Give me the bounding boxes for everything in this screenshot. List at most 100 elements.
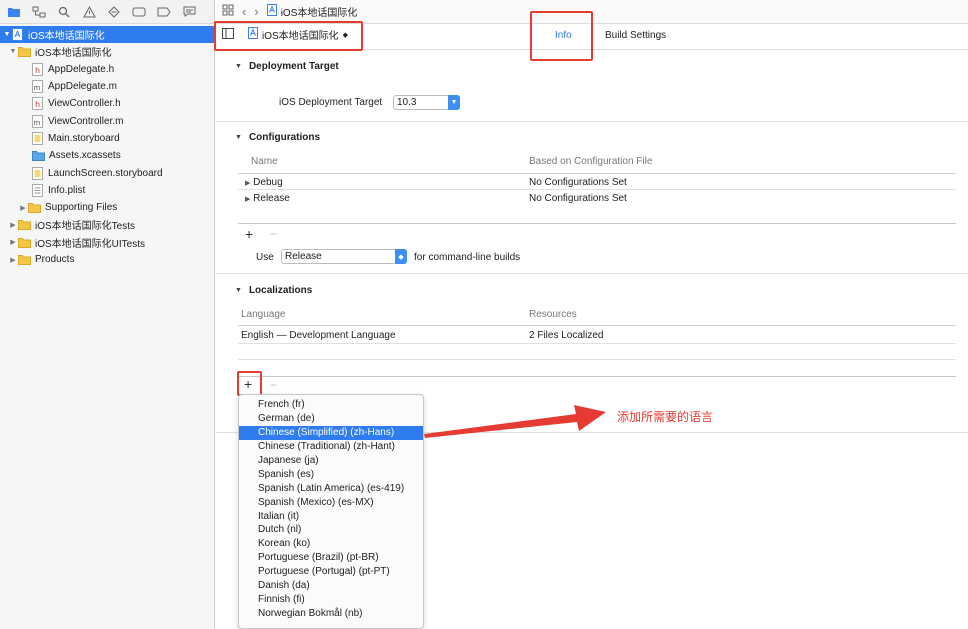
deployment-target-label: iOS Deployment Target xyxy=(279,97,383,108)
tree-item-file[interactable]: m ViewController.m xyxy=(0,112,214,129)
project-navigator: ▼ iOS本地话国际化 ▼ iOS本地话国际化 h AppDelegate.h … xyxy=(0,0,215,629)
grid-icon[interactable] xyxy=(222,4,234,19)
disclosure-triangle[interactable]: ▶ xyxy=(8,256,18,264)
language-option[interactable]: Chinese (Traditional) (zh-Hant) xyxy=(239,440,423,454)
tree-item-file[interactable]: h AppDelegate.h xyxy=(0,61,214,78)
tree-item-project[interactable]: ▼ iOS本地话国际化 xyxy=(0,26,214,44)
report-icon[interactable] xyxy=(181,4,197,20)
tree-item-folder[interactable]: ▼ iOS本地话国际化 xyxy=(0,43,214,60)
folder-icon xyxy=(18,237,31,248)
config-row[interactable]: ▶ Debug xyxy=(245,177,283,188)
language-option[interactable]: Spanish (Latin America) (es-419) xyxy=(239,481,423,495)
divider xyxy=(238,359,956,360)
svg-text:h: h xyxy=(35,100,40,109)
language-option[interactable]: Spanish (Mexico) (es-MX) xyxy=(239,495,423,509)
collapse-triangle-icon[interactable]: ▼ xyxy=(235,287,242,294)
localization-language[interactable]: English — Development Language xyxy=(241,330,396,341)
hierarchy-icon[interactable] xyxy=(31,4,47,20)
language-option[interactable]: Portuguese (Brazil) (pt-BR) xyxy=(239,551,423,565)
language-option[interactable]: Danish (da) xyxy=(239,579,423,593)
tree-item-label: ViewController.h xyxy=(48,98,121,110)
disclosure-triangle[interactable]: ▶ xyxy=(8,221,18,229)
divider xyxy=(238,325,956,326)
header-file-icon: h xyxy=(32,62,43,76)
forward-arrow-icon[interactable]: › xyxy=(254,4,258,19)
tree-item-file[interactable]: m AppDelegate.m xyxy=(0,78,214,95)
remove-config-button[interactable]: − xyxy=(270,227,277,241)
language-option[interactable]: Spanish (es) xyxy=(239,467,423,481)
back-arrow-icon[interactable]: ‹ xyxy=(242,4,246,19)
section-localizations[interactable]: ▼ Localizations xyxy=(216,285,312,296)
language-option[interactable]: Japanese (ja) xyxy=(239,454,423,468)
section-configurations[interactable]: ▼ Configurations xyxy=(216,132,320,143)
tree-item-file[interactable]: Assets.xcassets xyxy=(0,147,214,164)
remove-localization-button[interactable]: − xyxy=(270,378,277,392)
test-diamond-icon[interactable] xyxy=(106,4,122,20)
config-row[interactable]: ▶ Release xyxy=(245,193,290,204)
tree-item-label: Supporting Files xyxy=(45,202,118,214)
tree-item-file[interactable]: Main.storyboard xyxy=(0,130,214,147)
storyboard-icon xyxy=(32,131,43,145)
tree-item-folder[interactable]: ▶ Products xyxy=(0,251,214,268)
use-suffix: for command-line builds xyxy=(414,252,521,263)
search-icon[interactable] xyxy=(56,4,72,20)
tree-item-file[interactable]: LaunchScreen.storyboard xyxy=(0,164,214,181)
project-file-icon xyxy=(266,4,277,19)
tree-item-folder[interactable]: ▶ iOS本地话国际化Tests xyxy=(0,216,214,233)
language-option[interactable]: French (fr) xyxy=(239,398,423,412)
breakpoint-icon[interactable] xyxy=(156,4,172,20)
disclosure-triangle[interactable]: ▼ xyxy=(2,31,12,38)
implementation-file-icon: m xyxy=(32,80,43,94)
add-config-button[interactable]: + xyxy=(245,226,253,242)
implementation-file-icon: m xyxy=(32,114,43,128)
warning-icon[interactable] xyxy=(81,4,97,20)
language-option[interactable]: Korean (ko) xyxy=(239,537,423,551)
folder-icon xyxy=(28,203,41,214)
jumpbar-file-label[interactable]: iOS本地话国际化 xyxy=(281,4,358,19)
disclosure-triangle[interactable]: ▶ xyxy=(18,204,28,212)
language-option[interactable]: German (de) xyxy=(239,412,423,426)
tree-item-folder[interactable]: ▶ Supporting Files xyxy=(0,199,214,216)
tree-item-label: Assets.xcassets xyxy=(49,150,121,162)
project-icon xyxy=(12,28,23,42)
language-option[interactable]: Portuguese (Portugal) (pt-PT) xyxy=(239,565,423,579)
tree-item-file[interactable]: h ViewController.h xyxy=(0,95,214,112)
debug-icon[interactable] xyxy=(131,4,147,20)
tree-item-label: Info.plist xyxy=(48,184,86,196)
language-option[interactable]: Finnish (fi) xyxy=(239,592,423,606)
tree-item-folder[interactable]: ▶ iOS本地话国际化UITests xyxy=(0,234,214,251)
language-option[interactable]: Italian (it) xyxy=(239,509,423,523)
folder-icon[interactable] xyxy=(6,4,22,20)
section-title: Configurations xyxy=(248,132,321,143)
divider xyxy=(238,189,956,190)
annotation-arrow-icon xyxy=(424,405,606,438)
divider xyxy=(216,121,968,122)
tree-item-file[interactable]: Info.plist xyxy=(0,182,214,199)
navigator-toolbar xyxy=(0,0,214,24)
disclosure-triangle[interactable]: ▶ xyxy=(245,196,250,203)
tree-item-label: AppDelegate.m xyxy=(48,81,117,93)
column-header-name: Name xyxy=(251,156,278,167)
disclosure-triangle[interactable]: ▶ xyxy=(8,238,18,246)
language-option[interactable]: Norwegian Bokmål (nb) xyxy=(239,606,423,620)
language-option-selected[interactable]: Chinese (Simplified) (zh-Hans) xyxy=(239,425,423,440)
column-header-language: Language xyxy=(241,309,286,320)
folder-icon xyxy=(18,255,31,265)
tree-item-label: iOS本地话国际化UITests xyxy=(35,238,146,250)
file-tree: ▼ iOS本地话国际化 ▼ iOS本地话国际化 h AppDelegate.h … xyxy=(0,24,214,268)
collapse-triangle-icon[interactable]: ▼ xyxy=(235,63,242,70)
svg-text:m: m xyxy=(34,119,41,127)
deployment-target-select[interactable]: 10.3 ▼ xyxy=(393,95,460,110)
disclosure-triangle[interactable]: ▼ xyxy=(8,48,18,55)
disclosure-triangle[interactable]: ▶ xyxy=(245,180,250,187)
assets-folder-icon xyxy=(32,151,45,162)
tab-build-settings[interactable]: Build Settings xyxy=(605,30,666,41)
command-line-config-select[interactable]: Release ◆ xyxy=(281,249,407,264)
svg-text:h: h xyxy=(35,66,40,75)
tree-item-label: AppDelegate.h xyxy=(48,63,115,75)
language-option[interactable]: Dutch (nl) xyxy=(239,523,423,537)
use-label: Use xyxy=(256,252,274,263)
plist-icon xyxy=(32,183,43,197)
section-deployment-target[interactable]: ▼ Deployment Target xyxy=(216,61,339,72)
collapse-triangle-icon[interactable]: ▼ xyxy=(235,134,242,141)
